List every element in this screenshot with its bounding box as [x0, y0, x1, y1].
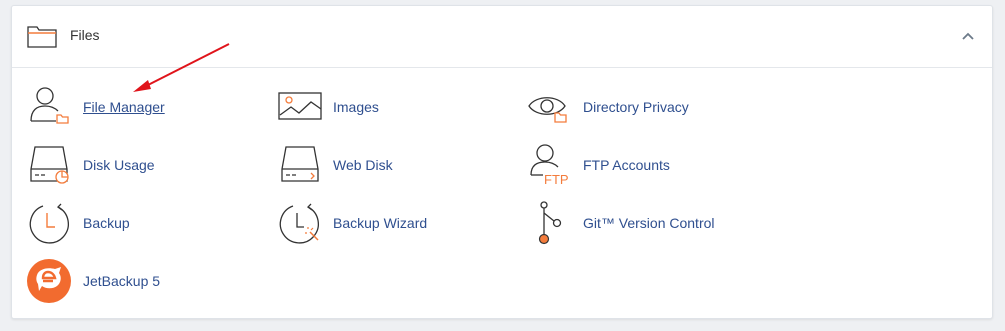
jetbackup-logo-icon	[27, 259, 71, 303]
backup-wizard-icon	[279, 203, 319, 244]
directory-privacy-link[interactable]: Directory Privacy	[527, 85, 689, 129]
git-version-control-label: Git™ Version Control	[583, 215, 715, 231]
ftp-accounts-link[interactable]: FTP FTP Accounts	[527, 143, 670, 187]
disk-usage-link[interactable]: Disk Usage	[27, 143, 155, 187]
ftp-accounts-label: FTP Accounts	[583, 157, 670, 173]
file-manager-icon	[30, 87, 69, 124]
file-manager-label: File Manager	[83, 99, 165, 115]
backup-link[interactable]: Backup	[27, 201, 130, 245]
ftp-icon-text: FTP	[544, 172, 569, 187]
web-disk-link[interactable]: Web Disk	[277, 143, 393, 187]
jetbackup-link[interactable]: JetBackup 5	[27, 259, 160, 303]
file-manager-link[interactable]: File Manager	[27, 85, 165, 129]
backup-clock-icon	[29, 203, 69, 244]
images-label: Images	[333, 99, 379, 115]
files-section-header[interactable]: Files	[12, 6, 992, 68]
ftp-accounts-icon: FTP	[530, 144, 569, 187]
images-icon	[278, 92, 322, 120]
disk-usage-icon	[30, 146, 69, 184]
backup-wizard-label: Backup Wizard	[333, 215, 428, 231]
backup-wizard-link[interactable]: Backup Wizard	[277, 201, 427, 245]
git-version-control-link[interactable]: Git™ Version Control	[527, 201, 715, 245]
jetbackup-label: JetBackup 5	[83, 273, 161, 289]
eye-folder-icon	[528, 97, 567, 123]
directory-privacy-label: Directory Privacy	[583, 99, 689, 115]
images-link[interactable]: Images	[277, 85, 379, 129]
section-title: Files	[70, 27, 100, 43]
git-branch-icon	[538, 201, 562, 245]
disk-usage-label: Disk Usage	[83, 157, 155, 173]
web-disk-label: Web Disk	[333, 157, 393, 173]
chevron-up-icon[interactable]	[960, 28, 976, 44]
backup-label: Backup	[83, 215, 130, 231]
web-disk-icon	[281, 146, 319, 182]
folder-icon	[27, 26, 57, 48]
